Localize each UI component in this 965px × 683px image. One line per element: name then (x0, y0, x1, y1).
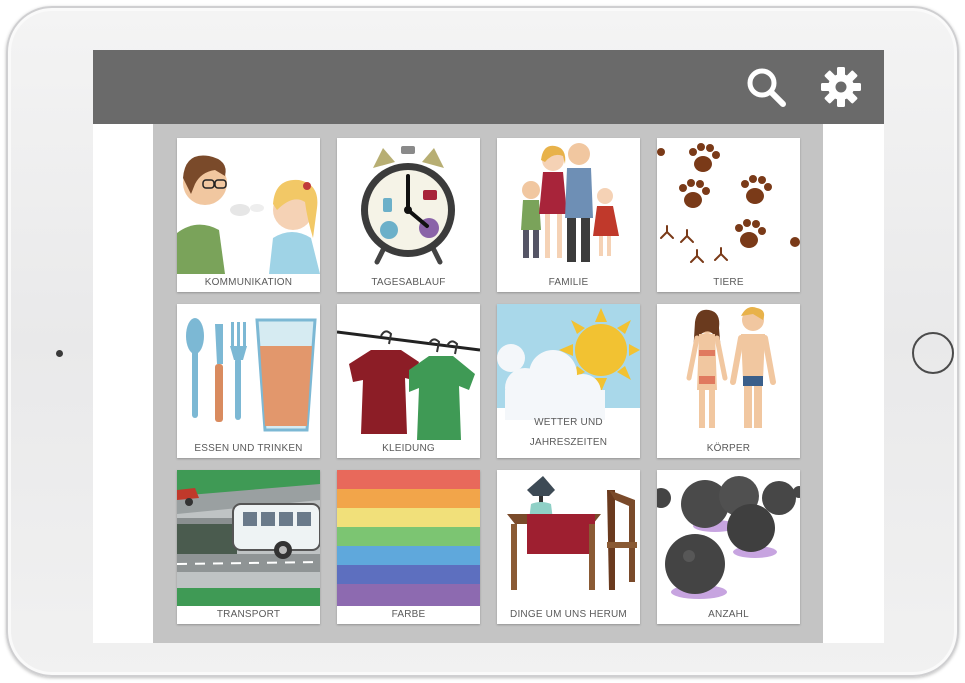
tile-label: DINGE UM UNS HERUM (510, 609, 627, 620)
tile-label: WETTER UND JAHRESZEITEN (497, 413, 640, 453)
top-bar (93, 50, 884, 124)
tile-label: ANZAHL (708, 609, 749, 620)
front-camera (56, 350, 63, 357)
tile-label: TIERE (713, 277, 744, 288)
transport-illustration (177, 470, 320, 606)
gear-icon (821, 67, 861, 107)
tile-label: TRANSPORT (216, 609, 281, 620)
paw-prints-illustration (657, 138, 800, 274)
communication-illustration (177, 138, 320, 274)
tile-kleidung[interactable]: KLEIDUNG (337, 304, 480, 458)
tile-label-line1: WETTER UND (534, 417, 603, 428)
tile-label: KOMMUNIKATION (204, 277, 293, 288)
tile-tiere[interactable]: TIERE (657, 138, 800, 292)
tile-anzahl[interactable]: ANZAHL (657, 470, 800, 624)
clothes-illustration (337, 304, 480, 440)
app-screen: KOMMUNIKATION TAGESABLAUF FAMILIE TIERE … (93, 50, 884, 643)
tile-transport[interactable]: TRANSPORT (177, 470, 320, 624)
tile-label: FARBE (391, 609, 426, 620)
tile-essen-und-trinken[interactable]: ESSEN UND TRINKEN (177, 304, 320, 458)
tile-dinge-um-uns-herum[interactable]: DINGE UM UNS HERUM (497, 470, 640, 624)
tile-familie[interactable]: FAMILIE (497, 138, 640, 292)
settings-button[interactable] (818, 64, 864, 110)
search-button[interactable] (743, 64, 789, 110)
tile-label-line2: JAHRESZEITEN (529, 437, 608, 448)
furniture-illustration (497, 470, 640, 606)
tile-label: KLEIDUNG (382, 443, 435, 454)
tile-label: ESSEN UND TRINKEN (194, 443, 303, 454)
body-illustration (657, 304, 800, 440)
tile-label: TAGESABLAUF (371, 277, 446, 288)
home-button[interactable] (912, 332, 954, 374)
category-grid: KOMMUNIKATION TAGESABLAUF FAMILIE TIERE … (153, 124, 823, 643)
clock-illustration (337, 138, 480, 274)
family-illustration (497, 138, 640, 274)
food-and-drink-illustration (177, 304, 320, 440)
balls-illustration (657, 470, 800, 606)
tile-koerper[interactable]: KÖRPER (657, 304, 800, 458)
tile-wetter-und-jahreszeiten[interactable]: WETTER UND JAHRESZEITEN (497, 304, 640, 458)
search-icon (747, 68, 786, 107)
rainbow-stripes-illustration (337, 470, 480, 606)
tile-label: KÖRPER (706, 443, 751, 454)
tile-farbe[interactable]: FARBE (337, 470, 480, 624)
tile-kommunikation[interactable]: KOMMUNIKATION (177, 138, 320, 292)
tile-tagesablauf[interactable]: TAGESABLAUF (337, 138, 480, 292)
tile-label: FAMILIE (548, 277, 589, 288)
